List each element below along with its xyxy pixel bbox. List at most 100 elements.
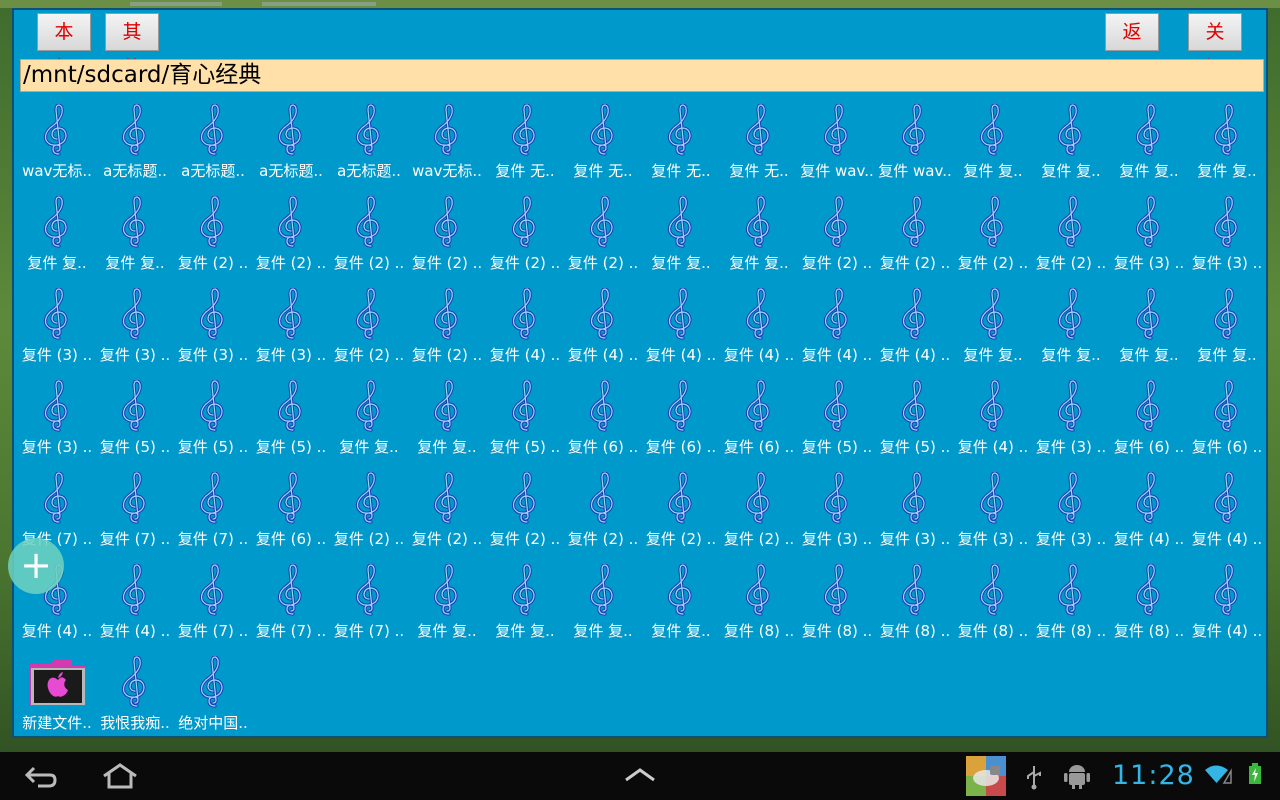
file-item[interactable]: 复件 (5) .. <box>96 376 174 468</box>
file-item[interactable]: a无标题.. <box>330 100 408 192</box>
file-item[interactable]: a无标题.. <box>252 100 330 192</box>
file-item[interactable]: 复件 复.. <box>96 192 174 284</box>
file-item[interactable]: 复件 (2) .. <box>330 284 408 376</box>
file-item[interactable]: 复件 (8) .. <box>720 560 798 652</box>
file-item[interactable]: 复件 (7) .. <box>252 560 330 652</box>
file-item[interactable]: 复件 (3) .. <box>174 284 252 376</box>
file-item[interactable]: 复件 (6) .. <box>564 376 642 468</box>
file-item[interactable]: 复件 (2) .. <box>174 192 252 284</box>
file-item[interactable]: 复件 (2) .. <box>330 468 408 560</box>
file-item[interactable]: 复件 复.. <box>1188 100 1266 192</box>
file-item[interactable]: 复件 复.. <box>954 100 1032 192</box>
file-item[interactable]: 复件 (7) .. <box>330 560 408 652</box>
file-item[interactable]: 复件 (3) .. <box>876 468 954 560</box>
file-item[interactable]: 复件 (6) .. <box>1188 376 1266 468</box>
file-item[interactable]: 复件 (4) .. <box>486 284 564 376</box>
file-item[interactable]: wav无标.. <box>408 100 486 192</box>
file-item[interactable]: 复件 (3) .. <box>18 284 96 376</box>
file-item[interactable]: 复件 (8) .. <box>798 560 876 652</box>
home-nav-icon[interactable] <box>100 762 140 790</box>
file-item[interactable]: 复件 (6) .. <box>642 376 720 468</box>
file-item[interactable]: 复件 (2) .. <box>564 468 642 560</box>
file-item[interactable]: 复件 (2) .. <box>486 468 564 560</box>
file-item[interactable]: 复件 复.. <box>720 192 798 284</box>
file-item[interactable]: 复件 (4) .. <box>798 284 876 376</box>
file-item[interactable]: 复件 (2) .. <box>876 192 954 284</box>
file-item[interactable]: 复件 (2) .. <box>252 192 330 284</box>
file-item[interactable]: 复件 无.. <box>486 100 564 192</box>
file-item[interactable]: 复件 (2) .. <box>798 192 876 284</box>
file-item[interactable]: 复件 (3) .. <box>252 284 330 376</box>
file-item[interactable]: 复件 复.. <box>408 560 486 652</box>
close-button[interactable]: 关闭 <box>1188 13 1242 79</box>
file-item[interactable]: 绝对中国.. <box>174 652 252 744</box>
file-item[interactable]: 复件 复.. <box>1110 284 1188 376</box>
file-item[interactable]: 复件 复.. <box>18 192 96 284</box>
file-item[interactable]: 复件 (2) .. <box>642 468 720 560</box>
file-item[interactable]: 复件 (8) .. <box>1110 560 1188 652</box>
file-item[interactable]: 复件 (3) .. <box>1032 376 1110 468</box>
file-item[interactable]: 复件 (4) .. <box>1110 468 1188 560</box>
file-item[interactable]: 复件 (3) .. <box>18 376 96 468</box>
file-item[interactable]: 复件 (6) .. <box>720 376 798 468</box>
file-item[interactable]: 复件 (6) .. <box>1110 376 1188 468</box>
other-button[interactable]: 其他 <box>105 13 159 79</box>
file-item[interactable]: 复件 复.. <box>642 560 720 652</box>
file-item[interactable]: 复件 (4) .. <box>1188 468 1266 560</box>
chevron-up-icon[interactable] <box>624 768 656 782</box>
file-item[interactable]: 复件 (2) .. <box>408 192 486 284</box>
file-item[interactable]: 复件 (4) .. <box>564 284 642 376</box>
file-item[interactable]: 复件 (4) .. <box>954 376 1032 468</box>
file-item[interactable]: 复件 无.. <box>720 100 798 192</box>
file-item[interactable]: 复件 复.. <box>1032 100 1110 192</box>
file-item[interactable]: 复件 (4) .. <box>96 560 174 652</box>
file-item[interactable]: 复件 (5) .. <box>174 376 252 468</box>
file-item[interactable]: 复件 复.. <box>1110 100 1188 192</box>
file-item[interactable]: 复件 (2) .. <box>330 192 408 284</box>
file-item[interactable]: 复件 (3) .. <box>1188 192 1266 284</box>
file-item[interactable]: 复件 复.. <box>486 560 564 652</box>
file-item[interactable]: 新建文件.. <box>18 652 96 744</box>
file-item[interactable]: 复件 (2) .. <box>1032 192 1110 284</box>
file-item[interactable]: a无标题.. <box>174 100 252 192</box>
back-nav-icon[interactable] <box>24 764 58 790</box>
file-item[interactable]: 复件 (3) .. <box>96 284 174 376</box>
file-item[interactable]: 复件 (5) .. <box>876 376 954 468</box>
file-item[interactable]: 复件 (2) .. <box>408 468 486 560</box>
add-floating-button[interactable]: + <box>8 538 64 594</box>
file-item[interactable]: 复件 (4) .. <box>1188 560 1266 652</box>
file-item[interactable]: 复件 (7) .. <box>96 468 174 560</box>
local-button[interactable]: 本机 <box>37 13 91 79</box>
file-item[interactable]: 复件 (6) .. <box>252 468 330 560</box>
file-item[interactable]: a无标题.. <box>96 100 174 192</box>
file-item[interactable]: 复件 (5) .. <box>798 376 876 468</box>
file-item[interactable]: 复件 (8) .. <box>876 560 954 652</box>
file-item[interactable]: 复件 (7) .. <box>174 560 252 652</box>
app-notification-icon[interactable] <box>966 756 1006 796</box>
file-item[interactable]: 复件 (5) .. <box>486 376 564 468</box>
file-item[interactable]: 复件 (8) .. <box>954 560 1032 652</box>
file-item[interactable]: 复件 (2) .. <box>408 284 486 376</box>
file-item[interactable]: 复件 (7) .. <box>174 468 252 560</box>
file-item[interactable]: 复件 复.. <box>408 376 486 468</box>
file-item[interactable]: 复件 (8) .. <box>1032 560 1110 652</box>
file-item[interactable]: 复件 (4) .. <box>642 284 720 376</box>
file-item[interactable]: 复件 无.. <box>642 100 720 192</box>
back-button[interactable]: 返回 <box>1105 13 1159 79</box>
file-item[interactable]: 复件 wav.. <box>876 100 954 192</box>
file-item[interactable]: 复件 (2) .. <box>564 192 642 284</box>
file-item[interactable]: 复件 wav.. <box>798 100 876 192</box>
file-item[interactable]: 复件 (4) .. <box>876 284 954 376</box>
file-item[interactable]: 复件 复.. <box>330 376 408 468</box>
file-item[interactable]: 复件 (2) .. <box>720 468 798 560</box>
file-item[interactable]: 复件 (2) .. <box>954 192 1032 284</box>
file-item[interactable]: 复件 (5) .. <box>252 376 330 468</box>
file-item[interactable]: 复件 (2) .. <box>486 192 564 284</box>
file-item[interactable]: 复件 复.. <box>642 192 720 284</box>
file-item[interactable]: 复件 复.. <box>1188 284 1266 376</box>
file-item[interactable]: 复件 无.. <box>564 100 642 192</box>
file-item[interactable]: 复件 (3) .. <box>1032 468 1110 560</box>
file-item[interactable]: 我恨我痴.. <box>96 652 174 744</box>
file-item[interactable]: 复件 (3) .. <box>954 468 1032 560</box>
file-item[interactable]: wav无标.. <box>18 100 96 192</box>
